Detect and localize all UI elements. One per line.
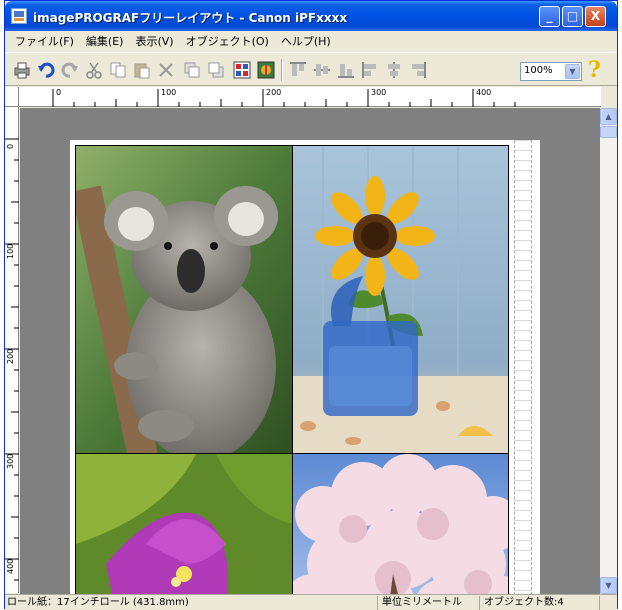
cut-icon[interactable] bbox=[83, 59, 105, 81]
menu-edit[interactable]: 編集(E) bbox=[80, 33, 130, 49]
zoom-value: 100% bbox=[524, 65, 553, 76]
app-icon bbox=[11, 8, 27, 24]
zoom-select[interactable]: 100% ▼ bbox=[520, 62, 582, 81]
layout-canvas[interactable] bbox=[20, 108, 600, 594]
sunflower-photo[interactable] bbox=[292, 145, 509, 455]
ruler-label: 400 bbox=[476, 88, 492, 97]
menu-file[interactable]: ファイル(F) bbox=[9, 33, 80, 49]
align-top-icon[interactable] bbox=[287, 59, 309, 81]
toolbar: 100% ▼ ? bbox=[5, 52, 617, 86]
status-bar: ロール紙：17インチロール (431.8mm) 単位ミリメートル オブジェクト数… bbox=[5, 594, 617, 610]
scroll-down-icon[interactable]: ▼ bbox=[600, 577, 617, 594]
scroll-up-icon[interactable]: ▲ bbox=[600, 108, 617, 125]
title-bar[interactable]: imagePROGRAFフリーレイアウト - Canon iPFxxxx _ □… bbox=[5, 1, 617, 31]
help-icon[interactable]: ? bbox=[588, 57, 601, 83]
back-icon[interactable] bbox=[205, 59, 227, 81]
front-icon[interactable] bbox=[181, 59, 203, 81]
minimize-button[interactable]: _ bbox=[539, 6, 560, 27]
redo-icon[interactable] bbox=[59, 59, 81, 81]
app-window: imagePROGRAFフリーレイアウト - Canon iPFxxxx _ □… bbox=[4, 0, 618, 610]
paper-margin-guide bbox=[514, 140, 532, 594]
koala-photo[interactable] bbox=[75, 145, 293, 455]
ruler-label: 100 bbox=[6, 243, 15, 259]
paper-sheet[interactable] bbox=[70, 140, 540, 594]
ruler-label: 400 bbox=[6, 558, 15, 574]
scroll-thumb[interactable] bbox=[600, 126, 617, 138]
ruler-label: 300 bbox=[371, 88, 387, 97]
status-object-count: オブジェクト数:4 bbox=[479, 596, 564, 610]
copy-icon[interactable] bbox=[107, 59, 129, 81]
image-adjust-icon[interactable] bbox=[255, 59, 277, 81]
window-title: imagePROGRAFフリーレイアウト - Canon iPFxxxx bbox=[33, 11, 348, 25]
ruler-top: 0 100 200 300 400 bbox=[19, 87, 601, 107]
close-button[interactable]: X bbox=[585, 6, 606, 27]
print-icon[interactable] bbox=[11, 59, 33, 81]
grid-layout-icon[interactable] bbox=[231, 59, 253, 81]
maximize-button[interactable]: □ bbox=[562, 6, 583, 27]
status-unit: 単位ミリメートル bbox=[377, 596, 462, 610]
ruler-corner bbox=[5, 87, 19, 107]
ruler-label: 100 bbox=[161, 88, 177, 97]
ruler-label: 0 bbox=[56, 88, 62, 97]
cherry-blossom-photo[interactable] bbox=[292, 453, 509, 594]
menu-bar: ファイル(F) 編集(E) 表示(V) オブジェクト(O) ヘルプ(H) bbox=[5, 31, 617, 51]
paste-icon[interactable] bbox=[131, 59, 153, 81]
status-paper: ロール紙：17インチロール (431.8mm) bbox=[7, 597, 189, 608]
align-bottom-icon[interactable] bbox=[335, 59, 357, 81]
delete-icon[interactable] bbox=[155, 59, 177, 81]
vertical-scrollbar[interactable]: ▲ ▼ bbox=[600, 108, 617, 594]
menu-view[interactable]: 表示(V) bbox=[129, 33, 179, 49]
ruler-label: 300 bbox=[6, 453, 15, 469]
ruler-label: 0 bbox=[6, 143, 15, 149]
align-left-icon[interactable] bbox=[359, 59, 381, 81]
bougainvillea-photo[interactable] bbox=[75, 453, 293, 594]
resize-grip[interactable] bbox=[599, 596, 617, 610]
ruler-label: 200 bbox=[6, 348, 15, 364]
align-center-horizontal-icon[interactable] bbox=[383, 59, 405, 81]
menu-object[interactable]: オブジェクト(O) bbox=[180, 33, 275, 49]
chevron-down-icon[interactable]: ▼ bbox=[565, 64, 580, 79]
align-right-icon[interactable] bbox=[407, 59, 429, 81]
ruler-left: 0 100 200 300 400 bbox=[5, 107, 19, 593]
ruler-label: 200 bbox=[266, 88, 282, 97]
undo-icon[interactable] bbox=[35, 59, 57, 81]
align-center-vertical-icon[interactable] bbox=[311, 59, 333, 81]
menu-help[interactable]: ヘルプ(H) bbox=[275, 33, 337, 49]
